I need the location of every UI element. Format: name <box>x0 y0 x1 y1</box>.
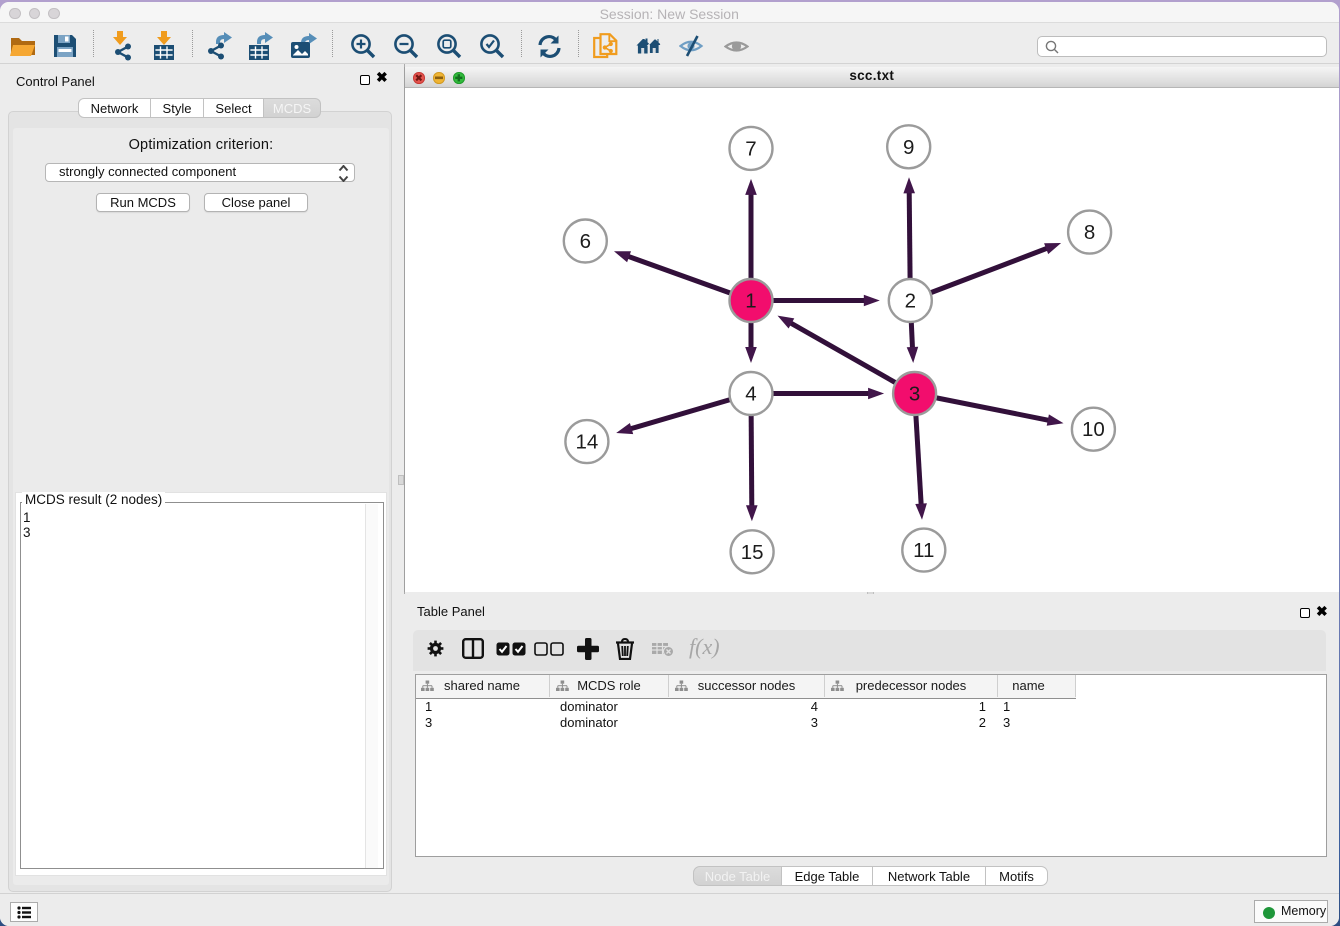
svg-text:2: 2 <box>905 289 916 312</box>
svg-text:9: 9 <box>903 135 914 158</box>
svg-text:6: 6 <box>580 230 591 253</box>
svg-text:3: 3 <box>909 382 920 405</box>
svg-text:4: 4 <box>745 382 756 405</box>
svg-text:10: 10 <box>1082 418 1105 441</box>
svg-text:11: 11 <box>913 539 934 562</box>
svg-text:7: 7 <box>745 137 756 160</box>
svg-text:14: 14 <box>575 430 598 453</box>
svg-text:1: 1 <box>745 289 756 312</box>
svg-text:8: 8 <box>1084 221 1095 244</box>
svg-text:15: 15 <box>741 540 764 563</box>
